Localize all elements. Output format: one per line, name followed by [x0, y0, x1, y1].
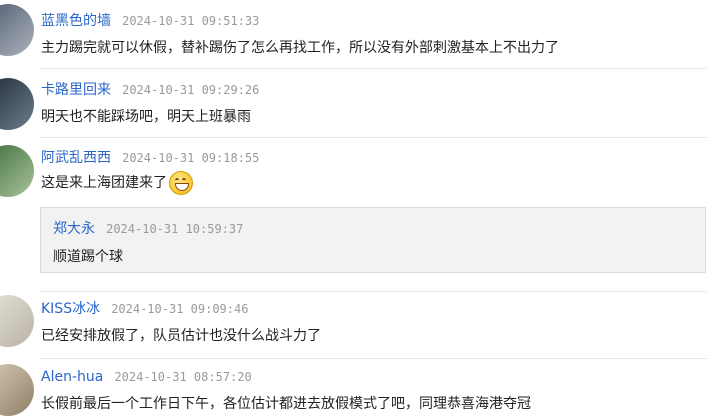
timestamp: 2024-10-31 09:18:55: [122, 151, 260, 165]
comment-text-content: 这是来上海团建来了: [41, 175, 167, 191]
comment-text: 这是来上海团建来了: [41, 171, 193, 195]
username-link[interactable]: 阿武乱西西: [41, 150, 111, 166]
avatar[interactable]: [0, 4, 34, 56]
reply-text: 顺道踢个球: [53, 249, 123, 265]
username-link[interactable]: 卡路里回来: [41, 82, 111, 98]
reply-box: 郑大永 2024-10-31 10:59:37 顺道踢个球: [40, 207, 706, 273]
username-link[interactable]: KISS冰冰: [41, 301, 100, 317]
avatar[interactable]: [0, 295, 34, 347]
username-link[interactable]: 蓝黑色的墙: [41, 13, 111, 29]
comment-text: 主力踢完就可以休假，替补踢伤了怎么再找工作，所以没有外部刺激基本上不出力了: [41, 40, 559, 56]
timestamp: 2024-10-31 08:57:20: [114, 370, 252, 384]
timestamp: 2024-10-31 09:29:26: [122, 83, 260, 97]
divider: [40, 291, 707, 292]
avatar[interactable]: [0, 364, 34, 416]
username-link[interactable]: 郑大永: [53, 221, 95, 237]
laughing-face-icon: [169, 171, 193, 195]
username-link[interactable]: Alen-hua: [41, 369, 103, 385]
comment-text: 已经安排放假了，队员估计也没什么战斗力了: [41, 328, 321, 344]
divider: [40, 68, 707, 69]
timestamp: 2024-10-31 10:59:37: [106, 222, 244, 236]
timestamp: 2024-10-31 09:09:46: [111, 302, 249, 316]
divider: [40, 137, 707, 138]
divider: [40, 358, 707, 359]
avatar[interactable]: [0, 145, 34, 197]
avatar[interactable]: [0, 78, 34, 130]
comment-text: 长假前最后一个工作日下午，各位估计都进去放假模式了吧，同理恭喜海港夺冠: [41, 396, 531, 412]
comment-text: 明天也不能踩场吧，明天上班暴雨: [41, 109, 251, 125]
timestamp: 2024-10-31 09:51:33: [122, 14, 260, 28]
